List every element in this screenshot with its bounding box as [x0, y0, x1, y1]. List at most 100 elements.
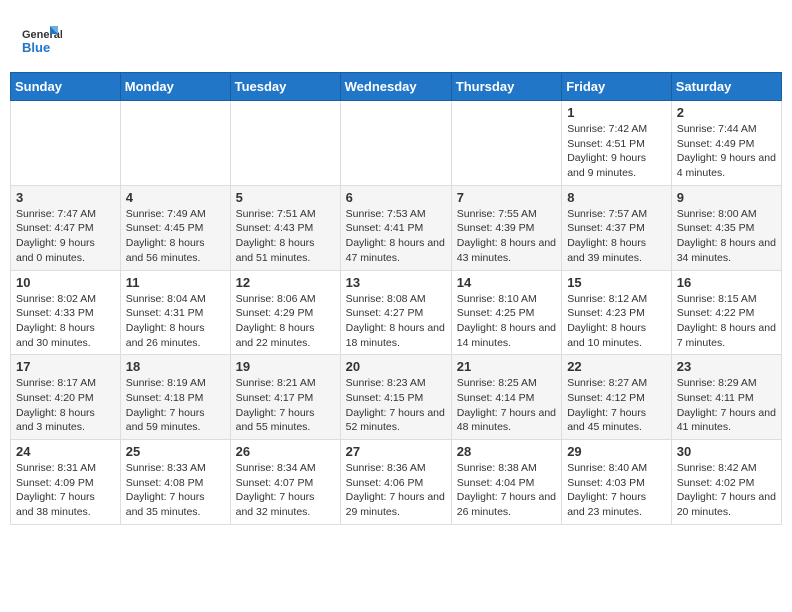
day-number: 23 [677, 359, 776, 374]
day-info: Sunrise: 8:00 AM Sunset: 4:35 PM Dayligh… [677, 207, 776, 266]
calendar-cell: 1 Sunrise: 7:42 AM Sunset: 4:51 PM Daylig… [562, 101, 672, 186]
day-info: Sunrise: 8:29 AM Sunset: 4:11 PM Dayligh… [677, 376, 776, 435]
calendar-cell: 29 Sunrise: 8:40 AM Sunset: 4:03 PM Dayli… [562, 440, 672, 525]
page-header: General Blue [10, 10, 782, 67]
day-number: 9 [677, 190, 776, 205]
day-info: Sunrise: 8:34 AM Sunset: 4:07 PM Dayligh… [236, 461, 335, 520]
day-info: Sunrise: 8:33 AM Sunset: 4:08 PM Dayligh… [126, 461, 225, 520]
calendar-cell: 28 Sunrise: 8:38 AM Sunset: 4:04 PM Dayli… [451, 440, 561, 525]
calendar-cell: 21Sunrise: 8:25 AM Sunset: 4:14 PM Dayli… [451, 355, 561, 440]
calendar-cell: 24 Sunrise: 8:31 AM Sunset: 4:09 PM Dayli… [11, 440, 121, 525]
weekday-header-monday: Monday [120, 73, 230, 101]
calendar-cell: 16Sunrise: 8:15 AM Sunset: 4:22 PM Dayli… [671, 270, 781, 355]
calendar-cell [120, 101, 230, 186]
calendar-cell: 15 Sunrise: 8:12 AM Sunset: 4:23 PM Dayli… [562, 270, 672, 355]
day-number: 16 [677, 275, 776, 290]
calendar-cell: 14 Sunrise: 8:10 AM Sunset: 4:25 PM Dayli… [451, 270, 561, 355]
day-number: 6 [346, 190, 446, 205]
weekday-header-wednesday: Wednesday [340, 73, 451, 101]
calendar-cell: 27 Sunrise: 8:36 AM Sunset: 4:06 PM Dayli… [340, 440, 451, 525]
weekday-header-sunday: Sunday [11, 73, 121, 101]
calendar-week-2: 3 Sunrise: 7:47 AM Sunset: 4:47 PM Daylig… [11, 185, 782, 270]
calendar-cell: 17 Sunrise: 8:17 AM Sunset: 4:20 PM Dayli… [11, 355, 121, 440]
day-info: Sunrise: 8:02 AM Sunset: 4:33 PM Dayligh… [16, 292, 115, 351]
day-info: Sunrise: 8:04 AM Sunset: 4:31 PM Dayligh… [126, 292, 225, 351]
day-number: 24 [16, 444, 115, 459]
day-number: 14 [457, 275, 556, 290]
day-info: Sunrise: 8:12 AM Sunset: 4:23 PM Dayligh… [567, 292, 666, 351]
day-number: 25 [126, 444, 225, 459]
calendar-cell: 13Sunrise: 8:08 AM Sunset: 4:27 PM Dayli… [340, 270, 451, 355]
day-number: 5 [236, 190, 335, 205]
day-number: 2 [677, 105, 776, 120]
day-number: 22 [567, 359, 666, 374]
calendar-cell [230, 101, 340, 186]
day-number: 30 [677, 444, 776, 459]
day-info: Sunrise: 7:47 AM Sunset: 4:47 PM Dayligh… [16, 207, 115, 266]
calendar-cell: 26 Sunrise: 8:34 AM Sunset: 4:07 PM Dayli… [230, 440, 340, 525]
calendar-cell: 12 Sunrise: 8:06 AM Sunset: 4:29 PM Dayli… [230, 270, 340, 355]
calendar-cell: 30 Sunrise: 8:42 AM Sunset: 4:02 PM Dayli… [671, 440, 781, 525]
calendar-week-1: 1 Sunrise: 7:42 AM Sunset: 4:51 PM Daylig… [11, 101, 782, 186]
day-number: 11 [126, 275, 225, 290]
day-number: 28 [457, 444, 556, 459]
calendar-cell [451, 101, 561, 186]
day-number: 15 [567, 275, 666, 290]
weekday-header-thursday: Thursday [451, 73, 561, 101]
day-info: Sunrise: 7:42 AM Sunset: 4:51 PM Dayligh… [567, 122, 666, 181]
calendar-week-3: 10 Sunrise: 8:02 AM Sunset: 4:33 PM Dayli… [11, 270, 782, 355]
calendar-header-row: SundayMondayTuesdayWednesdayThursdayFrid… [11, 73, 782, 101]
day-number: 7 [457, 190, 556, 205]
calendar-cell: 22 Sunrise: 8:27 AM Sunset: 4:12 PM Dayli… [562, 355, 672, 440]
weekday-header-friday: Friday [562, 73, 672, 101]
day-number: 29 [567, 444, 666, 459]
calendar-week-5: 24 Sunrise: 8:31 AM Sunset: 4:09 PM Dayli… [11, 440, 782, 525]
day-number: 10 [16, 275, 115, 290]
day-number: 17 [16, 359, 115, 374]
calendar-cell: 5Sunrise: 7:51 AM Sunset: 4:43 PM Daylig… [230, 185, 340, 270]
day-number: 18 [126, 359, 225, 374]
day-info: Sunrise: 8:19 AM Sunset: 4:18 PM Dayligh… [126, 376, 225, 435]
day-info: Sunrise: 7:55 AM Sunset: 4:39 PM Dayligh… [457, 207, 556, 266]
day-number: 1 [567, 105, 666, 120]
day-info: Sunrise: 8:40 AM Sunset: 4:03 PM Dayligh… [567, 461, 666, 520]
day-info: Sunrise: 8:10 AM Sunset: 4:25 PM Dayligh… [457, 292, 556, 351]
day-number: 20 [346, 359, 446, 374]
weekday-header-saturday: Saturday [671, 73, 781, 101]
calendar-cell: 4 Sunrise: 7:49 AM Sunset: 4:45 PM Daylig… [120, 185, 230, 270]
day-info: Sunrise: 7:49 AM Sunset: 4:45 PM Dayligh… [126, 207, 225, 266]
day-info: Sunrise: 8:06 AM Sunset: 4:29 PM Dayligh… [236, 292, 335, 351]
day-info: Sunrise: 7:44 AM Sunset: 4:49 PM Dayligh… [677, 122, 776, 181]
calendar-table: SundayMondayTuesdayWednesdayThursdayFrid… [10, 72, 782, 525]
calendar-week-4: 17 Sunrise: 8:17 AM Sunset: 4:20 PM Dayli… [11, 355, 782, 440]
day-number: 27 [346, 444, 446, 459]
calendar-cell: 25 Sunrise: 8:33 AM Sunset: 4:08 PM Dayli… [120, 440, 230, 525]
calendar-cell: 9 Sunrise: 8:00 AM Sunset: 4:35 PM Daylig… [671, 185, 781, 270]
day-info: Sunrise: 8:25 AM Sunset: 4:14 PM Dayligh… [457, 376, 556, 435]
day-number: 3 [16, 190, 115, 205]
calendar-cell: 6 Sunrise: 7:53 AM Sunset: 4:41 PM Daylig… [340, 185, 451, 270]
day-info: Sunrise: 8:21 AM Sunset: 4:17 PM Dayligh… [236, 376, 335, 435]
day-info: Sunrise: 8:36 AM Sunset: 4:06 PM Dayligh… [346, 461, 446, 520]
calendar-cell: 7 Sunrise: 7:55 AM Sunset: 4:39 PM Daylig… [451, 185, 561, 270]
calendar-cell: 3 Sunrise: 7:47 AM Sunset: 4:47 PM Daylig… [11, 185, 121, 270]
day-number: 19 [236, 359, 335, 374]
calendar-cell [11, 101, 121, 186]
day-info: Sunrise: 7:53 AM Sunset: 4:41 PM Dayligh… [346, 207, 446, 266]
day-info: Sunrise: 8:27 AM Sunset: 4:12 PM Dayligh… [567, 376, 666, 435]
day-info: Sunrise: 8:31 AM Sunset: 4:09 PM Dayligh… [16, 461, 115, 520]
calendar-cell: 10 Sunrise: 8:02 AM Sunset: 4:33 PM Dayli… [11, 270, 121, 355]
day-number: 26 [236, 444, 335, 459]
calendar-cell: 18 Sunrise: 8:19 AM Sunset: 4:18 PM Dayli… [120, 355, 230, 440]
day-info: Sunrise: 8:17 AM Sunset: 4:20 PM Dayligh… [16, 376, 115, 435]
weekday-header-tuesday: Tuesday [230, 73, 340, 101]
calendar-cell: 8Sunrise: 7:57 AM Sunset: 4:37 PM Daylig… [562, 185, 672, 270]
calendar-cell [340, 101, 451, 186]
day-info: Sunrise: 8:23 AM Sunset: 4:15 PM Dayligh… [346, 376, 446, 435]
day-info: Sunrise: 8:38 AM Sunset: 4:04 PM Dayligh… [457, 461, 556, 520]
day-number: 4 [126, 190, 225, 205]
day-number: 12 [236, 275, 335, 290]
day-info: Sunrise: 8:42 AM Sunset: 4:02 PM Dayligh… [677, 461, 776, 520]
calendar-cell: 2 Sunrise: 7:44 AM Sunset: 4:49 PM Daylig… [671, 101, 781, 186]
svg-text:Blue: Blue [22, 40, 50, 55]
